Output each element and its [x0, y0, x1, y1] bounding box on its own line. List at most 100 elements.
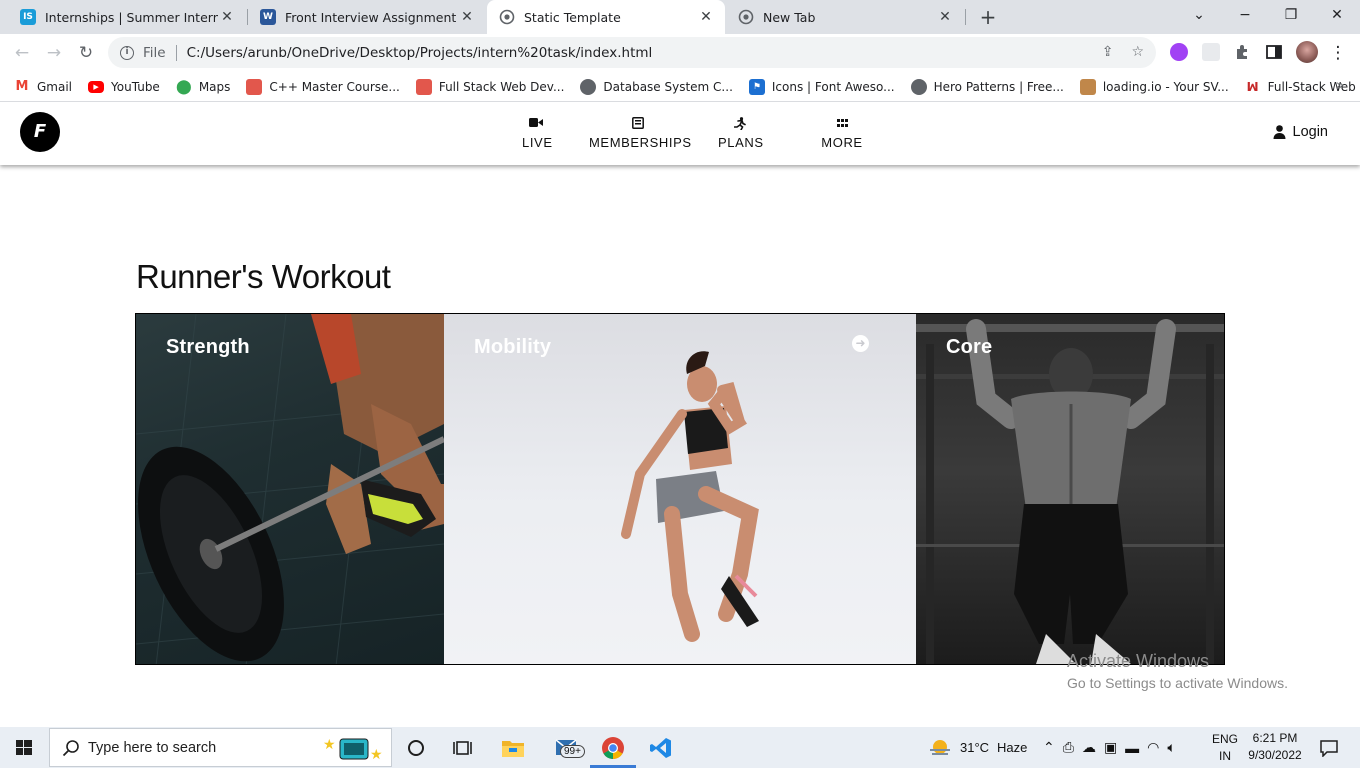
nav-memberships-label: MEMBERSHIPS: [589, 135, 692, 150]
start-button[interactable]: [0, 727, 48, 768]
globe-icon: [910, 78, 927, 95]
vscode-icon[interactable]: [648, 735, 674, 761]
bookmark-youtube[interactable]: ▶ YouTube: [88, 80, 160, 94]
loading-icon: [1079, 78, 1096, 95]
video-icon: [522, 117, 550, 131]
search-placeholder: Type here to search: [88, 739, 217, 756]
close-tab-icon[interactable]: ✕: [697, 9, 715, 25]
taskbar-search-box[interactable]: Type here to search ★ ★: [49, 728, 392, 767]
new-tab-button[interactable]: +: [977, 6, 999, 28]
running-icon: [718, 117, 762, 131]
close-tab-icon[interactable]: ✕: [218, 9, 236, 25]
tab-divider: [965, 9, 966, 25]
card-core[interactable]: Core: [916, 314, 1224, 664]
internshala-favicon-icon: IS: [20, 9, 36, 25]
bookmark-loading-io[interactable]: loading.io - Your SV...: [1079, 78, 1229, 95]
bookmark-font-awesome[interactable]: ⚑ Icons | Font Aweso...: [748, 78, 895, 95]
bookmark-label: Full-Stack Web Dev...: [1267, 79, 1360, 94]
nav-more[interactable]: MORE: [821, 117, 863, 150]
minimize-button[interactable]: −: [1222, 0, 1268, 30]
mail-icon[interactable]: 99+: [550, 735, 586, 761]
tab-new-tab[interactable]: New Tab ✕: [726, 0, 964, 34]
chrome-taskbar-icon[interactable]: [600, 735, 626, 761]
nav-live[interactable]: LIVE: [522, 117, 552, 150]
volume-icon[interactable]: 🔈︎: [1167, 739, 1175, 756]
language-indicator[interactable]: ENG IN: [1212, 731, 1238, 765]
clock-date: 9/30/2022: [1248, 748, 1302, 762]
extension-grey-icon[interactable]: [1202, 43, 1220, 61]
bookmark-gmail[interactable]: M Gmail: [14, 79, 72, 95]
extensions-puzzle-icon[interactable]: [1234, 43, 1252, 61]
side-panel-icon[interactable]: [1265, 43, 1283, 61]
tab-internships[interactable]: IS Internships | Summer Internship 2 ✕: [8, 0, 246, 34]
login-button[interactable]: Login: [1273, 124, 1328, 140]
web-page: F LIVE MEMBERSHIPS PLANS MORE Login Runn…: [0, 103, 1360, 727]
globe-icon: [580, 78, 597, 95]
close-window-button[interactable]: ✕: [1314, 0, 1360, 30]
url-text[interactable]: C:/Users/arunb/OneDrive/Desktop/Projects…: [187, 45, 653, 61]
back-arrow-icon[interactable]: ←: [10, 41, 34, 65]
word-favicon-icon: W: [260, 9, 276, 25]
bookmark-database[interactable]: Database System C...: [580, 78, 733, 95]
bookmark-star-icon[interactable]: ☆: [1131, 44, 1144, 60]
browser-toolbar: ← → ↻ i File C:/Users/arunb/OneDrive/Des…: [0, 34, 1360, 72]
cortana-icon[interactable]: [403, 735, 429, 761]
task-view-icon[interactable]: [450, 735, 476, 761]
bookmark-label: Maps: [198, 79, 231, 94]
bookmark-label: C++ Master Course...: [269, 79, 400, 94]
brand-logo[interactable]: F: [20, 112, 60, 152]
bookmark-full-stack[interactable]: Full Stack Web Dev...: [415, 78, 564, 95]
svg-text:★: ★: [323, 736, 336, 752]
youtube-icon: ▶: [88, 80, 105, 93]
forward-arrow-icon[interactable]: →: [42, 41, 66, 65]
tab-search-icon[interactable]: ⌄: [1176, 0, 1222, 30]
bookmarks-overflow-button[interactable]: »: [1336, 78, 1344, 93]
pullup-athlete-image: [916, 319, 1224, 664]
bookmark-label: YouTube: [111, 79, 160, 94]
taskbar-clock[interactable]: 6:21 PM 9/30/2022: [1244, 730, 1306, 764]
weather-widget[interactable]: 31°C Haze: [928, 727, 1027, 768]
bookmark-cpp-course[interactable]: C++ Master Course...: [246, 78, 400, 95]
address-bar[interactable]: i File C:/Users/arunb/OneDrive/Desktop/P…: [108, 37, 1156, 68]
card-mobility[interactable]: Mobility ➜: [444, 314, 916, 664]
bookmark-label: Gmail: [37, 79, 73, 94]
bookmark-hero-patterns[interactable]: Hero Patterns | Free...: [910, 78, 1064, 95]
weather-temp: 31°C: [960, 740, 990, 755]
windows-logo-icon: [16, 740, 32, 755]
show-hidden-icons-icon[interactable]: ⌃: [1043, 739, 1055, 756]
close-tab-icon[interactable]: ✕: [458, 9, 476, 25]
card-strength[interactable]: Strength: [136, 314, 444, 664]
notifications-icon[interactable]: [1316, 735, 1342, 761]
tab-static-template[interactable]: Static Template ✕: [487, 0, 725, 34]
tab-assignment-doc[interactable]: W Front Interview Assignment doc.d ✕: [248, 0, 486, 34]
card-icon: [589, 117, 687, 131]
cube-icon: [246, 78, 263, 95]
cloud-icon[interactable]: ☁: [1082, 739, 1096, 756]
nav-plans[interactable]: PLANS: [718, 117, 764, 150]
file-explorer-icon[interactable]: [500, 735, 526, 761]
reload-icon[interactable]: ↻: [74, 41, 98, 65]
chrome-menu-icon[interactable]: ⋮: [1326, 41, 1350, 65]
svg-text:★: ★: [370, 746, 383, 762]
restore-button[interactable]: ❐: [1268, 0, 1314, 30]
close-tab-icon[interactable]: ✕: [936, 9, 954, 25]
scheme-label: File: [143, 44, 166, 61]
wifi-icon[interactable]: ◠: [1147, 739, 1159, 756]
share-icon[interactable]: ⇪: [1102, 44, 1114, 60]
globe-favicon-icon: [738, 9, 754, 25]
tv-sticker-icon: ★ ★: [323, 733, 383, 763]
nav-memberships[interactable]: MEMBERSHIPS: [589, 117, 691, 150]
bookmark-label: Icons | Font Aweso...: [771, 79, 895, 94]
bookmark-label: loading.io - Your SV...: [1102, 79, 1229, 94]
extension-purple-icon[interactable]: [1170, 43, 1188, 61]
battery-icon[interactable]: ▬: [1125, 740, 1139, 756]
next-arrow-icon[interactable]: ➜: [852, 335, 869, 352]
browser-tab-strip: IS Internships | Summer Internship 2 ✕ W…: [0, 0, 1360, 34]
profile-avatar[interactable]: [1296, 41, 1318, 63]
display-icon[interactable]: ▣: [1104, 739, 1117, 756]
device-icon[interactable]: ⎙: [1063, 739, 1074, 756]
region-code: IN: [1219, 749, 1231, 763]
site-info-icon[interactable]: i: [120, 45, 134, 60]
bookmark-maps[interactable]: ⬤ Maps: [176, 79, 231, 95]
nav-plans-label: PLANS: [718, 135, 764, 150]
